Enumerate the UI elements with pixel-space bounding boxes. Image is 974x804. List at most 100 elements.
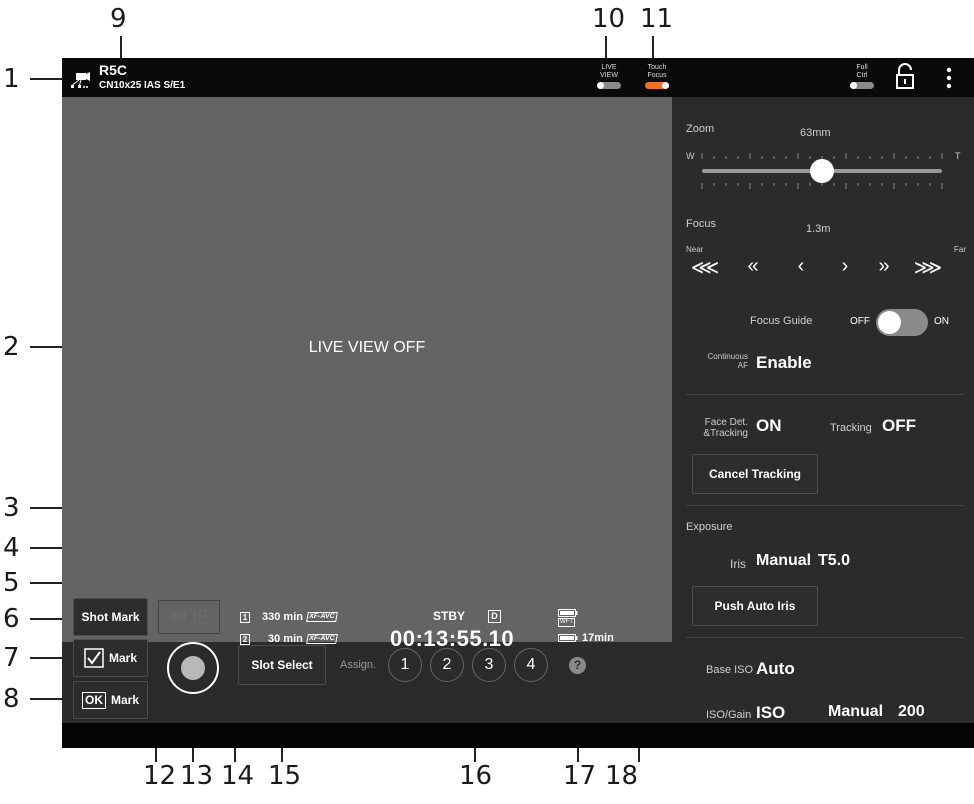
slot-select-button[interactable]: Slot Select (238, 645, 326, 685)
iso-gain-mode[interactable]: Manual (828, 703, 883, 721)
assign-button-2[interactable]: 2 (430, 648, 464, 682)
zoom-slider[interactable] (700, 145, 944, 193)
battery-icon (558, 609, 578, 617)
callout-3: 3 (3, 493, 20, 523)
check-mark-button[interactable]: Mark (73, 639, 148, 677)
battery-icon (558, 634, 578, 642)
callout-1: 1 (3, 64, 20, 94)
assign-button-1[interactable]: 1 (388, 648, 422, 682)
live-view-area[interactable]: LIVE VIEW OFF (62, 97, 672, 642)
focus-far-slow-button[interactable]: › (830, 255, 860, 278)
continuous-af-label: Continuous AF (686, 352, 748, 370)
control-panel: Zoom 63mm W T Focus 1.3m Near Far ⋘ « ‹ … (672, 97, 974, 723)
record-button[interactable] (167, 642, 219, 694)
record-dot-icon (181, 656, 205, 680)
live-view-toggle[interactable]: LIVE VIEW (592, 64, 626, 89)
focus-guide-label: Focus Guide (750, 315, 813, 327)
callout-16: 16 (459, 761, 493, 791)
drop-frame-icon: D (488, 610, 501, 623)
continuous-af-label-line1: Continuous (707, 352, 748, 361)
callout-4: 4 (3, 533, 20, 563)
bottom-edge (62, 723, 974, 748)
iris-value[interactable]: T5.0 (818, 552, 850, 570)
face-det-value[interactable]: ON (756, 416, 782, 436)
iso-gain-type[interactable]: ISO (756, 703, 785, 723)
focus-value: 1.3m (806, 223, 831, 235)
continuous-af-value[interactable]: Enable (756, 353, 812, 373)
focus-far-fast-button[interactable]: ⋙ (913, 255, 943, 280)
bottom-control-bar: Shot Mark Mark OK Mark IP 1 330 min XF-A… (62, 598, 672, 723)
zoom-wide-label: W (686, 151, 695, 161)
exposure-header: Exposure (686, 521, 733, 533)
tracking-value[interactable]: OFF (882, 416, 916, 436)
base-iso-value[interactable]: Auto (756, 659, 795, 679)
ok-mark-label: Mark (110, 693, 139, 707)
separator (686, 394, 964, 395)
focus-far-label: Far (954, 245, 966, 254)
top-bar: R5C CN10x25 IAS S/E1 LIVE VIEW Touch Foc… (62, 58, 974, 97)
touch-focus-toggle[interactable]: Touch Focus (640, 64, 674, 89)
push-auto-iris-button[interactable]: Push Auto Iris (692, 586, 818, 626)
checkbox-icon (84, 648, 104, 668)
zoom-label: Zoom (686, 123, 715, 135)
wft-battery-indicator: WFT (558, 609, 578, 627)
callout-14: 14 (221, 761, 255, 791)
focus-guide-switch-knob (878, 311, 901, 334)
callout-18: 18 (605, 761, 639, 791)
more-vertical-icon[interactable] (942, 66, 956, 90)
camera-name: R5C (99, 62, 128, 78)
continuous-af-label-line2: AF (737, 361, 748, 370)
recording-status: STBY (433, 609, 466, 623)
callout-17: 17 (563, 761, 597, 791)
separator (686, 505, 964, 506)
callout-9: 9 (110, 4, 127, 34)
touch-focus-label: Touch Focus (647, 64, 667, 79)
callout-6: 6 (3, 604, 20, 634)
callout-line-11 (652, 36, 654, 60)
callout-11: 11 (640, 4, 674, 34)
base-iso-label: Base ISO (706, 664, 754, 676)
full-ctrl-label: Full Ctrl (856, 64, 868, 79)
focus-far-medium-button[interactable]: » (869, 255, 899, 278)
live-view-label: LIVE VIEW (600, 64, 618, 79)
zoom-slider-knob[interactable] (810, 159, 834, 183)
full-ctrl-toggle[interactable]: Full Ctrl (845, 64, 879, 89)
camera-battery: 17min (558, 632, 614, 644)
slot-2-format: XF-AVC (305, 634, 338, 644)
focus-guide-switch[interactable] (876, 309, 928, 336)
remote-app-screen: R5C CN10x25 IAS S/E1 LIVE VIEW Touch Foc… (62, 58, 974, 748)
zoom-tele-label: T (955, 151, 961, 161)
callout-10: 10 (592, 4, 626, 34)
network-camera-icon (71, 72, 90, 88)
tracking-label: Tracking (830, 422, 872, 434)
iso-gain-value[interactable]: 200 (898, 703, 925, 721)
help-icon[interactable]: ? (569, 657, 586, 674)
media-slot-1: 1 330 min XF-AVC (240, 610, 338, 624)
iso-gain-label: ISO/Gain (706, 709, 752, 721)
assign-button-3[interactable]: 3 (472, 648, 506, 682)
focus-label: Focus (686, 218, 716, 230)
face-det-label-line2: &Tracking (703, 428, 748, 439)
focus-near-slow-button[interactable]: ‹ (786, 255, 816, 278)
check-mark-label: Mark (108, 651, 137, 665)
face-det-label: Face Det. &Tracking (686, 417, 748, 439)
cancel-tracking-button[interactable]: Cancel Tracking (692, 454, 818, 494)
ok-mark-button[interactable]: OK Mark (73, 681, 148, 719)
focus-guide-on-label: ON (934, 316, 949, 327)
callout-12: 12 (143, 761, 177, 791)
callout-5: 5 (3, 568, 20, 598)
focus-near-medium-button[interactable]: « (738, 255, 768, 278)
slot-1-format: XF-AVC (306, 612, 338, 622)
camera-icon (172, 611, 187, 624)
unlock-icon[interactable] (894, 62, 916, 90)
ip-streaming-button[interactable]: IP (158, 600, 220, 634)
callout-line-9 (120, 36, 122, 60)
focus-near-label: Near (686, 245, 704, 254)
slot-1-indicator: 1 (240, 611, 250, 623)
callout-13: 13 (180, 761, 214, 791)
shot-mark-button[interactable]: Shot Mark (73, 598, 148, 636)
wft-label: WFT (558, 618, 575, 627)
assign-button-4[interactable]: 4 (514, 648, 548, 682)
focus-near-fast-button[interactable]: ⋘ (690, 255, 720, 280)
iris-mode[interactable]: Manual (756, 552, 811, 570)
